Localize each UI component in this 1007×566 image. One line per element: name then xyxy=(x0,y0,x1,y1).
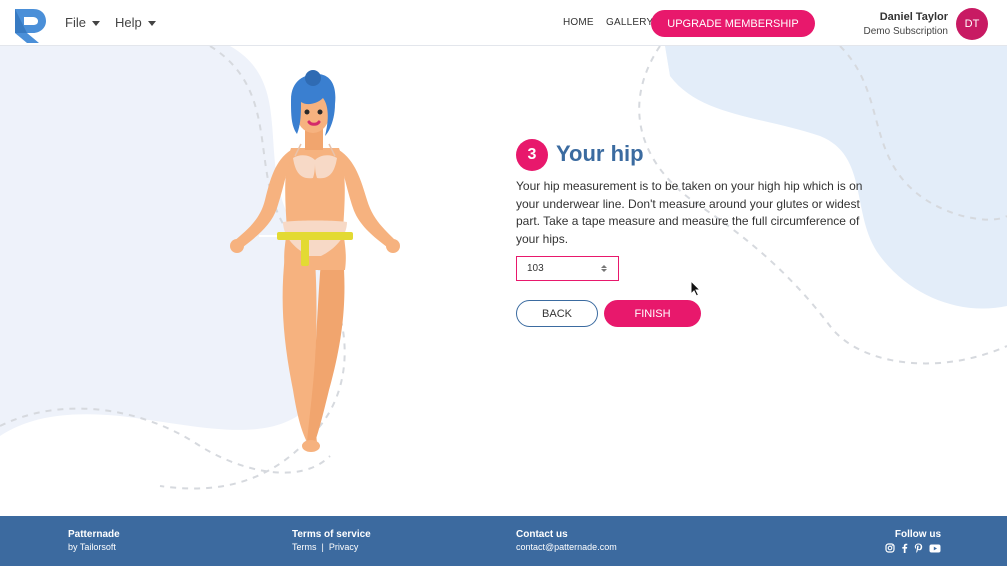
help-menu[interactable]: Help xyxy=(115,15,156,30)
instagram-icon[interactable] xyxy=(885,543,895,553)
user-subscription: Demo Subscription xyxy=(863,26,948,37)
chevron-down-icon xyxy=(91,20,100,26)
footer-brand: Patternade by Tailorsoft xyxy=(68,528,120,554)
nav-home[interactable]: HOME xyxy=(563,17,594,28)
footer-contact-title: Contact us xyxy=(516,529,568,540)
footer-terms: Terms of service Terms | Privacy xyxy=(292,528,371,554)
step-number-badge: 3 xyxy=(516,139,548,171)
footer-brand-subtitle: by Tailorsoft xyxy=(68,542,116,552)
help-menu-label: Help xyxy=(115,15,142,30)
background-decoration xyxy=(0,46,1007,490)
avatar[interactable]: DT xyxy=(956,8,988,40)
footer-contact: Contact us contact@patternade.com xyxy=(516,528,617,554)
footer-follow-title: Follow us xyxy=(894,529,941,540)
file-menu[interactable]: File xyxy=(65,15,100,30)
separator: | xyxy=(321,542,324,552)
body-figure-illustration xyxy=(230,70,400,452)
footer: Patternade by Tailorsoft Terms of servic… xyxy=(0,516,1007,566)
upgrade-membership-button[interactable]: UPGRADE MEMBERSHIP xyxy=(651,10,815,37)
chevron-down-icon xyxy=(147,20,156,26)
facebook-icon[interactable] xyxy=(901,543,908,553)
user-name: Daniel Taylor xyxy=(879,11,948,23)
finish-button[interactable]: FINISH xyxy=(604,300,701,327)
patternade-logo-icon[interactable] xyxy=(12,6,48,44)
terms-link[interactable]: Terms xyxy=(292,542,317,552)
contact-email-link[interactable]: contact@patternade.com xyxy=(516,541,617,554)
hip-measurement-input[interactable]: 103 xyxy=(516,256,619,281)
pinterest-icon[interactable] xyxy=(914,543,923,553)
back-button[interactable]: BACK xyxy=(516,300,598,327)
hip-measurement-value: 103 xyxy=(527,263,544,274)
step-title: Your hip xyxy=(556,141,644,166)
nav-gallery[interactable]: GALLERY xyxy=(606,17,653,28)
youtube-icon[interactable] xyxy=(929,544,941,553)
footer-terms-title: Terms of service xyxy=(292,529,371,540)
number-stepper-icon[interactable] xyxy=(600,265,608,272)
top-navbar: File Help HOME GALLERY UPGRADE MEMBERSHI… xyxy=(0,0,1007,46)
privacy-link[interactable]: Privacy xyxy=(329,542,359,552)
file-menu-label: File xyxy=(65,15,86,30)
footer-brand-title: Patternade xyxy=(68,529,120,540)
step-description: Your hip measurement is to be taken on y… xyxy=(516,179,863,246)
footer-follow: Follow us xyxy=(885,528,941,553)
mouse-cursor-icon xyxy=(690,280,702,297)
